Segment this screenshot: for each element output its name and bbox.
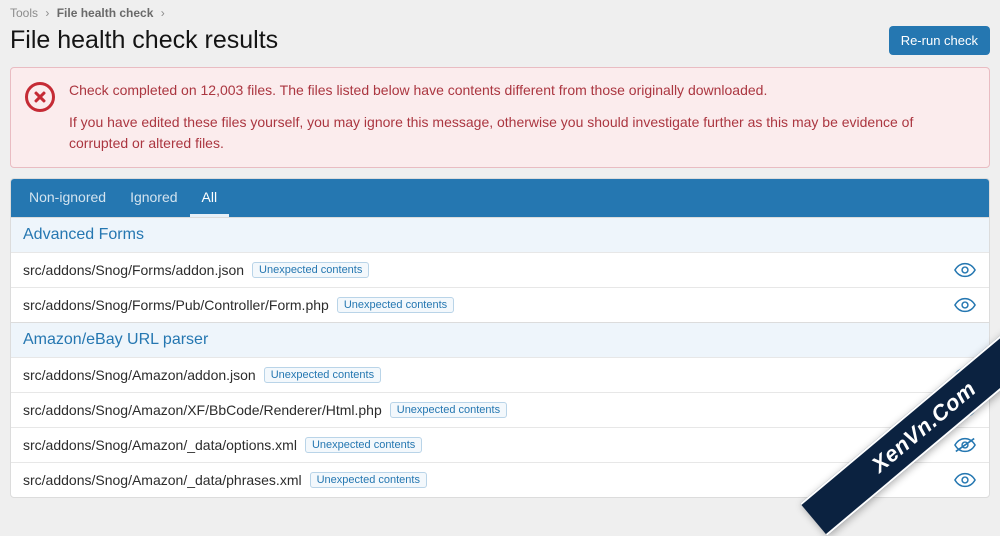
file-row: src/addons/Snog/Amazon/_data/options.xml…	[11, 427, 989, 462]
results-panel: Non-ignored Ignored All Advanced Forms s…	[10, 178, 990, 498]
file-path: src/addons/Snog/Amazon/_data/phrases.xml	[23, 472, 302, 488]
file-path: src/addons/Snog/Forms/addon.json	[23, 262, 244, 278]
page-title: File health check results	[10, 26, 278, 55]
tab-ignored[interactable]: Ignored	[118, 179, 189, 217]
file-row: src/addons/Snog/Forms/Pub/Controller/For…	[11, 287, 989, 322]
file-row: src/addons/Snog/Forms/addon.json Unexpec…	[11, 252, 989, 287]
breadcrumb-tools[interactable]: Tools	[10, 6, 38, 20]
status-badge: Unexpected contents	[264, 367, 381, 383]
chevron-right-icon: ›	[161, 6, 165, 20]
alert-banner: Check completed on 12,003 files. The fil…	[10, 67, 990, 168]
status-badge: Unexpected contents	[252, 262, 369, 278]
status-badge: Unexpected contents	[305, 437, 422, 453]
breadcrumb: Tools › File health check ›	[0, 0, 1000, 24]
section-header: Amazon/eBay URL parser	[11, 322, 989, 357]
status-badge: Unexpected contents	[390, 402, 507, 418]
file-path: src/addons/Snog/Amazon/XF/BbCode/Rendere…	[23, 402, 382, 418]
alert-line-1: Check completed on 12,003 files. The fil…	[69, 80, 975, 100]
chevron-right-icon: ›	[45, 6, 49, 20]
rerun-check-button[interactable]: Re-run check	[889, 26, 990, 55]
file-row: src/addons/Snog/Amazon/addon.json Unexpe…	[11, 357, 989, 392]
tab-non-ignored[interactable]: Non-ignored	[17, 179, 118, 217]
file-path: src/addons/Snog/Forms/Pub/Controller/For…	[23, 297, 329, 313]
breadcrumb-current[interactable]: File health check	[57, 6, 154, 20]
eye-icon[interactable]	[953, 261, 977, 279]
alert-line-2: If you have edited these files yourself,…	[69, 112, 975, 153]
file-path: src/addons/Snog/Amazon/_data/options.xml	[23, 437, 297, 453]
error-icon	[25, 82, 55, 112]
file-row: src/addons/Snog/Amazon/XF/BbCode/Rendere…	[11, 392, 989, 427]
file-path: src/addons/Snog/Amazon/addon.json	[23, 367, 256, 383]
eye-icon[interactable]	[953, 471, 977, 489]
tabs: Non-ignored Ignored All	[11, 179, 989, 217]
status-badge: Unexpected contents	[337, 297, 454, 313]
tab-all[interactable]: All	[190, 179, 230, 217]
status-badge: Unexpected contents	[310, 472, 427, 488]
eye-icon[interactable]	[953, 296, 977, 314]
eye-slash-icon[interactable]	[953, 436, 977, 454]
section-header: Advanced Forms	[11, 217, 989, 252]
